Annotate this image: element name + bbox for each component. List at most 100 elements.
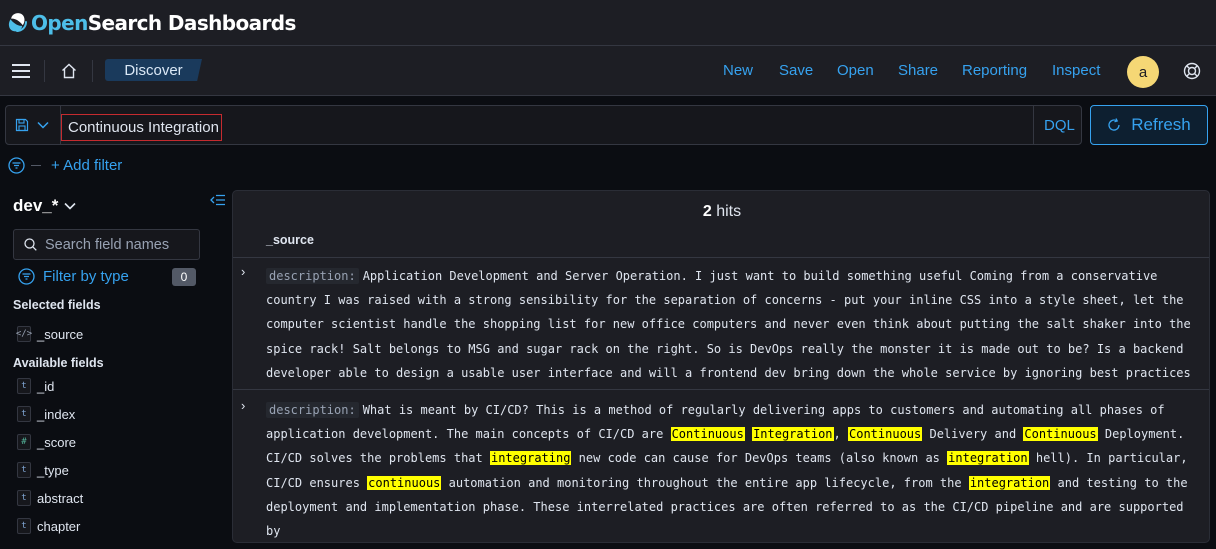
field-item-chapter[interactable]: t chapter: [17, 517, 80, 535]
field-name: _score: [37, 434, 77, 450]
hamburger-icon: [12, 64, 30, 78]
search-highlight: Integration: [752, 427, 834, 442]
search-highlight: Continuous: [670, 427, 745, 442]
search-highlight: integration: [947, 451, 1029, 466]
filter-by-type-label: Filter by type: [43, 268, 129, 285]
field-name: chapter: [37, 518, 81, 534]
field-sidebar: dev_* Filter by type 0 Selected fields <…: [0, 186, 230, 549]
field-item-score[interactable]: # _score: [17, 433, 76, 451]
field-value-text: [745, 427, 752, 441]
refresh-icon: [1108, 118, 1120, 131]
filter-options-icon[interactable]: [8, 156, 25, 174]
source-field-icon: </>: [16, 326, 32, 342]
divider: [1033, 106, 1034, 144]
search-highlight: Continuous: [1023, 427, 1098, 442]
refresh-button[interactable]: Refresh: [1090, 105, 1208, 145]
user-avatar[interactable]: a: [1127, 56, 1159, 88]
brand-name-search: Search: [87, 10, 162, 35]
field-value-text: Delivery and: [922, 427, 1024, 442]
filter-icon: [18, 268, 35, 285]
navigation-bar: Discover New Save Open Share Reporting I…: [0, 46, 1216, 96]
save-link[interactable]: Save: [779, 62, 813, 79]
chevron-down-icon: [37, 121, 49, 129]
field-name: abstract: [37, 490, 84, 506]
field-item-type[interactable]: t _type: [17, 461, 69, 479]
index-pattern-name: dev_*: [13, 196, 59, 215]
divider: [44, 60, 45, 82]
field-item-id[interactable]: t _id: [17, 377, 54, 395]
collapse-sidebar-icon[interactable]: [210, 194, 226, 206]
search-highlight: continuous: [367, 475, 442, 490]
add-filter-button[interactable]: + Add filter: [51, 157, 122, 174]
save-disk-icon: [15, 118, 29, 132]
field-name: _type: [37, 462, 69, 478]
expand-row-icon[interactable]: ›: [241, 264, 245, 279]
field-value-text: ,: [833, 427, 848, 442]
string-field-icon: t: [17, 490, 31, 506]
field-value: Application Development and Server Opera…: [266, 269, 1191, 380]
filter-by-type-button[interactable]: Filter by type: [18, 268, 129, 285]
available-fields-title: Available fields: [13, 356, 104, 370]
string-field-icon: t: [17, 518, 31, 534]
breadcrumb-discover[interactable]: Discover: [105, 59, 202, 81]
new-link[interactable]: New: [723, 62, 753, 79]
number-field-icon: #: [17, 434, 31, 450]
field-item-index[interactable]: t _index: [17, 405, 75, 423]
brand-name-open: Open: [31, 10, 88, 35]
field-key: description:: [266, 268, 359, 284]
document-source: description: What is meant by CI/CD? This…: [266, 398, 1201, 542]
query-language-button[interactable]: DQL: [1044, 117, 1075, 134]
brand-name: OpenSearch Dashboards: [31, 11, 296, 35]
field-item-source[interactable]: </> _source: [16, 325, 84, 343]
selected-fields-title: Selected fields: [13, 298, 101, 312]
table-row: › description: Application Development an…: [233, 258, 1209, 389]
field-value-text: automation and monitoring throughout the…: [441, 475, 969, 490]
string-field-icon: t: [17, 462, 31, 478]
table-row: › description: What is meant by CI/CD? Th…: [233, 390, 1209, 542]
opensearch-logo[interactable]: OpenSearch Dashboards: [8, 11, 296, 35]
query-bar: DQL: [5, 105, 1082, 145]
field-value-text: new code can cause for DevOps teams (als…: [571, 451, 948, 466]
hits-label: hits: [711, 203, 742, 220]
reporting-link[interactable]: Reporting: [962, 62, 1027, 79]
hits-count: 2 hits: [233, 203, 1209, 221]
field-name: _index: [37, 406, 76, 422]
share-link[interactable]: Share: [898, 62, 938, 79]
string-field-icon: t: [17, 378, 31, 394]
refresh-label: Refresh: [1131, 115, 1191, 134]
field-name: _source: [37, 326, 84, 342]
search-highlight: integration: [968, 475, 1051, 490]
search-icon: [24, 238, 37, 251]
help-lifebuoy-icon: [1183, 62, 1201, 80]
menu-button[interactable]: [6, 46, 36, 96]
field-item-abstract[interactable]: t abstract: [17, 489, 83, 507]
string-field-icon: t: [17, 406, 31, 422]
saved-query-menu[interactable]: [6, 106, 61, 144]
inspect-link[interactable]: Inspect: [1052, 62, 1100, 79]
index-pattern-selector[interactable]: dev_*: [13, 196, 76, 216]
search-highlight: integrating: [489, 451, 572, 466]
filter-count-badge: 0: [172, 268, 196, 286]
header-bar: OpenSearch Dashboards: [0, 0, 1216, 46]
expand-row-icon[interactable]: ›: [241, 398, 245, 413]
field-search-box: [13, 229, 200, 260]
search-highlight: Continuous: [848, 427, 923, 442]
open-link[interactable]: Open: [837, 62, 874, 79]
field-name: _id: [37, 378, 55, 394]
chevron-down-icon: [64, 202, 76, 210]
brand-name-rest: Dashboards: [161, 10, 296, 35]
results-panel: 2 hits _source › description: Application…: [232, 190, 1210, 543]
filter-divider: [31, 164, 41, 166]
search-query-input[interactable]: [61, 114, 222, 141]
home-button[interactable]: [54, 46, 84, 96]
divider: [92, 60, 93, 82]
document-source: description: Application Development and …: [266, 264, 1201, 389]
opensearch-logo-icon: [8, 12, 27, 32]
hits-number: 2: [702, 203, 712, 220]
field-key: description:: [266, 402, 359, 418]
filter-bar: + Add filter: [8, 155, 122, 175]
home-icon: [62, 63, 76, 79]
column-header-source[interactable]: _source: [266, 233, 314, 247]
help-button[interactable]: [1178, 46, 1206, 96]
field-search-input[interactable]: [45, 236, 195, 253]
